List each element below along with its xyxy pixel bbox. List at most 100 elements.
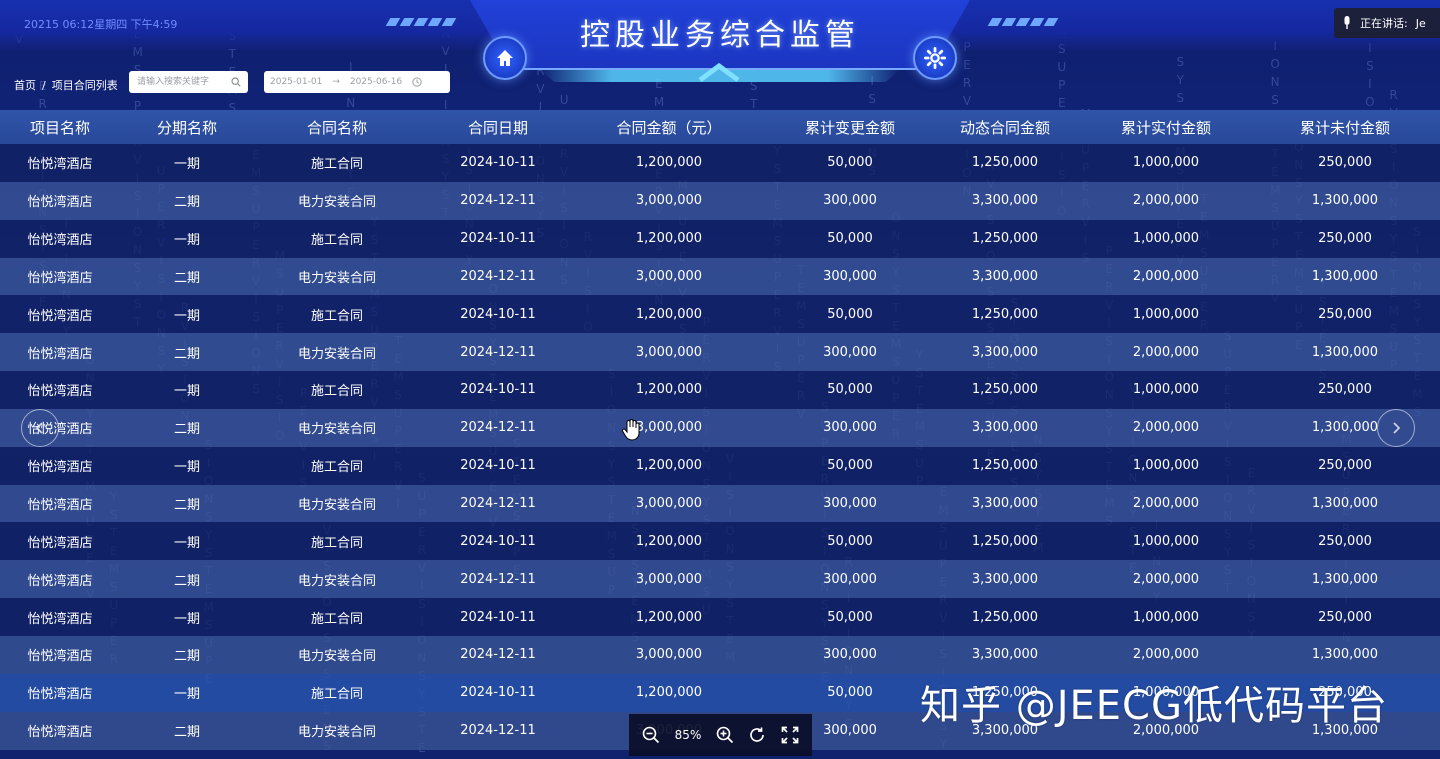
column-header[interactable]: 项目名称 — [0, 117, 120, 138]
table-cell: 3,000,000 — [635, 496, 703, 512]
table-cell: 3,000,000 — [635, 344, 703, 360]
table-cell: 电力安装合同 — [297, 270, 376, 286]
column-header[interactable]: 累计未付金额 — [1260, 117, 1430, 138]
table-cell: 250,000 — [1318, 609, 1372, 625]
table-cell: 电力安装合同 — [297, 498, 376, 514]
table-row[interactable]: 怡悦湾酒店 一期 施工合同 2024-10-11 1,200,000 50,000 1,25… — [0, 371, 1440, 409]
table-cell: 怡悦湾酒店 — [27, 573, 93, 589]
table-row[interactable]: 怡悦湾酒店 二期 电力安装合同 2024-12-11 3,000,000 300,000 3… — [0, 635, 1440, 674]
speaking-indicator: 正在讲话: Je — [1334, 8, 1440, 38]
table-cell: 怡悦湾酒店 — [27, 460, 93, 476]
speaking-label: 正在讲话: — [1360, 17, 1408, 30]
column-header[interactable]: 分期名称 — [120, 117, 254, 138]
table-cell: 2024-10-11 — [460, 306, 536, 322]
table-cell: 250,000 — [1318, 382, 1372, 398]
table-cell: 1,200,000 — [635, 155, 703, 171]
table-cell: 1,250,000 — [971, 306, 1039, 322]
table-row[interactable]: 怡悦湾酒店 二期 电力安装合同 2024-12-11 3,000,000 300,000 3… — [0, 484, 1440, 523]
gear-icon — [924, 47, 946, 69]
column-header[interactable]: 合同名称 — [254, 117, 420, 138]
breadcrumb: 首页 / 项目合同列表 — [14, 77, 118, 93]
table-cell: 二期 — [173, 573, 200, 589]
table-cell: 电力安装合同 — [297, 573, 376, 589]
table-cell: 怡悦湾酒店 — [27, 270, 93, 286]
column-header[interactable]: 动态合同金额 — [938, 117, 1072, 138]
column-header[interactable]: 合同日期 — [420, 117, 576, 138]
rotate-button[interactable] — [748, 726, 766, 744]
table-cell: 2024-10-11 — [460, 155, 536, 171]
table-row[interactable]: 怡悦湾酒店 一期 施工合同 2024-10-11 1,200,000 50,000 1,25… — [0, 219, 1440, 258]
table-row[interactable]: 怡悦湾酒店 二期 电力安装合同 2024-12-11 3,000,000 300,000 3… — [0, 257, 1440, 296]
search-icon[interactable] — [231, 77, 241, 87]
breadcrumb-separator: / — [42, 79, 46, 92]
table-row[interactable]: 怡悦湾酒店 一期 施工合同 2024-10-11 1,200,000 50,000 1,25… — [0, 144, 1440, 182]
date-start[interactable]: 2025-01-01 — [270, 77, 322, 87]
table-cell: 二期 — [173, 649, 200, 665]
table-cell: 施工合同 — [310, 308, 363, 324]
settings-button[interactable] — [913, 36, 957, 80]
table-row[interactable]: 怡悦湾酒店 一期 施工合同 2024-10-11 1,200,000 50,000 1,25… — [0, 598, 1440, 636]
table-cell: 2024-12-11 — [460, 193, 536, 209]
chevron-right-icon — [1393, 422, 1401, 434]
column-header[interactable]: 累计变更金额 — [762, 117, 938, 138]
table-row[interactable]: 怡悦湾酒店 二期 电力安装合同 2024-12-11 3,000,000 300,000 3… — [0, 408, 1440, 447]
table-cell: 怡悦湾酒店 — [27, 687, 93, 703]
date-range-picker[interactable]: 2025-01-01 → 2025-06-16 — [264, 71, 450, 93]
zoom-out-button[interactable] — [642, 726, 660, 744]
table-cell: 施工合同 — [310, 157, 363, 173]
table-cell: 50,000 — [827, 306, 873, 322]
table-cell: 2024-10-11 — [460, 231, 536, 247]
contract-table: 项目名称 分期名称 合同名称 合同日期 合同金额（元） 累计变更金额 动态合同金… — [0, 110, 1440, 750]
table-cell: 3,000,000 — [635, 193, 703, 209]
previous-page-button[interactable] — [21, 409, 59, 447]
table-cell: 2024-10-11 — [460, 533, 536, 549]
rotate-icon — [750, 727, 765, 742]
table-cell: 300,000 — [823, 193, 877, 209]
table-cell: 1,200,000 — [635, 458, 703, 474]
search-input[interactable] — [135, 76, 231, 88]
table-cell: 2,000,000 — [1132, 496, 1200, 512]
table-row[interactable]: 怡悦湾酒店 一期 施工合同 2024-10-11 1,200,000 50,000 1,25… — [0, 446, 1440, 485]
search-field[interactable] — [129, 71, 248, 93]
table-row[interactable]: 怡悦湾酒店 二期 电力安装合同 2024-12-11 3,000,000 300,000 3… — [0, 560, 1440, 599]
table-cell: 3,300,000 — [971, 344, 1039, 360]
table-cell: 施工合同 — [310, 611, 363, 627]
table-row[interactable]: 怡悦湾酒店 一期 施工合同 2024-10-11 1,200,000 50,000 1,25… — [0, 522, 1440, 561]
microphone-icon — [1344, 16, 1350, 29]
table-cell: 二期 — [173, 270, 200, 286]
table-cell: 50,000 — [827, 458, 873, 474]
next-page-button[interactable] — [1377, 409, 1415, 447]
table-cell: 2024-12-11 — [460, 723, 536, 739]
table-row[interactable]: 怡悦湾酒店 二期 电力安装合同 2024-12-11 3,000,000 300,000 3… — [0, 333, 1440, 372]
header-decoration-stripes-left — [385, 18, 457, 26]
table-cell: 2024-12-11 — [460, 571, 536, 587]
breadcrumb-home-link[interactable]: 首页 — [14, 79, 36, 92]
zoom-in-button[interactable] — [716, 726, 734, 744]
zoom-level: 85% — [674, 728, 702, 742]
table-cell: 2024-12-11 — [460, 344, 536, 360]
fullscreen-button[interactable] — [781, 726, 799, 744]
table-cell: 怡悦湾酒店 — [27, 498, 93, 514]
home-button[interactable] — [483, 36, 527, 80]
table-cell: 1,200,000 — [635, 533, 703, 549]
table-cell: 1,200,000 — [635, 609, 703, 625]
table-cell: 一期 — [173, 687, 200, 703]
column-header[interactable]: 合同金额（元） — [576, 117, 762, 138]
table-cell: 3,300,000 — [971, 647, 1039, 663]
table-cell: 1,000,000 — [1132, 458, 1200, 474]
table-cell: 电力安装合同 — [297, 725, 376, 741]
table-cell: 怡悦湾酒店 — [27, 725, 93, 741]
hand-cursor-icon — [621, 419, 640, 441]
column-header[interactable]: 累计实付金额 — [1072, 117, 1260, 138]
table-cell: 怡悦湾酒店 — [27, 233, 93, 249]
table-cell: 施工合同 — [310, 460, 363, 476]
table-row[interactable]: 怡悦湾酒店 二期 电力安装合同 2024-12-11 3,000,000 300,000 3… — [0, 181, 1440, 220]
date-end[interactable]: 2025-06-16 — [350, 77, 402, 87]
table-row[interactable]: 怡悦湾酒店 一期 施工合同 2024-10-11 1,200,000 50,000 1,25… — [0, 295, 1440, 334]
table-cell: 300,000 — [823, 496, 877, 512]
table-cell: 2,000,000 — [1132, 571, 1200, 587]
table-cell: 3,300,000 — [971, 193, 1039, 209]
table-cell: 250,000 — [1318, 458, 1372, 474]
table-cell: 怡悦湾酒店 — [27, 611, 93, 627]
table-cell: 1,200,000 — [635, 231, 703, 247]
